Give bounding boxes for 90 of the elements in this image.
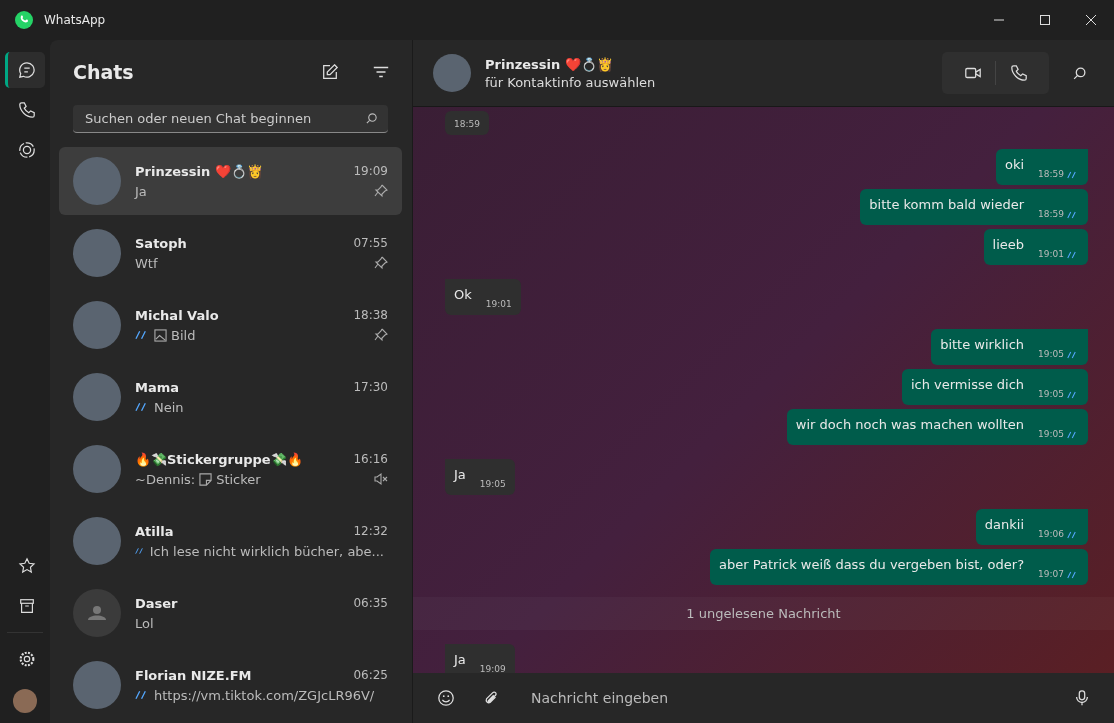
message-time: 19:01 (1038, 249, 1064, 260)
message-preview: Sticker (216, 471, 261, 487)
phone-icon (17, 101, 36, 119)
chats-nav-button[interactable] (5, 52, 45, 88)
message-text: lieeb (992, 237, 1025, 254)
message-time: 19:01 (485, 299, 512, 310)
app-logo-icon (14, 10, 34, 30)
chat-list-item[interactable]: Atilla 12:32 Ich lese nicht wirklich bücher, abe... (59, 507, 402, 575)
profile-avatar[interactable] (13, 689, 37, 713)
chat-list-item[interactable]: Daser 06:35 Lol (59, 579, 402, 647)
message-time: 19:05 (1038, 389, 1064, 400)
read-ticks-icon (1067, 390, 1079, 399)
message-time: 18:59 (1038, 209, 1064, 220)
message-preview: Nein (154, 399, 184, 415)
chat-name: Atilla (135, 523, 175, 539)
message-text: Ja (454, 652, 466, 669)
settings-icon (17, 650, 36, 668)
contact-subtitle: für Kontaktinfo auswählen (485, 74, 656, 90)
archive-icon (17, 597, 36, 615)
close-icon (1086, 15, 1096, 25)
message-text: bitte komm bald wieder (869, 197, 1025, 214)
message-preview: https://vm.tiktok.com/ZGJcLR96V/ (154, 687, 375, 703)
chat-time: 07:55 (353, 236, 388, 250)
read-ticks-icon (1067, 350, 1079, 359)
search-icon (365, 111, 378, 125)
chat-bubble-icon (17, 61, 36, 79)
message-time: 19:05 (1038, 429, 1064, 440)
message-composer[interactable]: Nachricht eingeben (413, 673, 1114, 723)
read-ticks-icon (1067, 430, 1079, 439)
chat-list-item[interactable]: Mama 17:30 Nein (59, 363, 402, 431)
message-text: aber Patrick weiß dass du vergeben bist, oder? (719, 557, 1025, 574)
sender-name: ~Dennis: (135, 471, 196, 487)
photo-placeholder (433, 54, 471, 92)
chat-time: 06:25 (353, 668, 388, 682)
message-text: oki (1004, 157, 1025, 174)
message-time: 19:07 (1038, 569, 1064, 580)
chat-list-item[interactable]: Satoph 07:55 Wtf (59, 219, 402, 287)
chat-name: Prinzessin ❤💍👸 (135, 163, 264, 179)
chat-name: 🔥💸Stickergruppe💸🔥 (135, 451, 304, 467)
star-icon (17, 557, 36, 575)
message-text: Ja (454, 467, 466, 484)
chat-list-item[interactable]: Michal Valo 18:38 Bild (59, 291, 402, 359)
message-preview: Ich lese nicht wirklich bücher, abe... (149, 543, 384, 559)
message-text: ich vermisse dich (910, 377, 1025, 394)
person-silhouette-icon (88, 606, 106, 620)
message-time: 18:59 (1038, 169, 1064, 180)
chat-name: Mama (135, 379, 181, 395)
message-text: Ok (454, 287, 472, 304)
message-preview: Ja (135, 183, 147, 199)
chat-time: 18:38 (353, 308, 388, 322)
phone-icon (1009, 64, 1028, 82)
unread-divider-label: 1 ungelesene Nachricht (686, 606, 841, 621)
smiley-icon (436, 689, 455, 707)
chat-list-item[interactable]: Prinzessin ❤💍👸 19:09 Ja (59, 147, 402, 215)
message-time: 19:09 (479, 664, 506, 673)
read-ticks-icon (1067, 170, 1079, 179)
message-text: wir doch noch was machen wollten (795, 417, 1025, 434)
message-preview: Wtf (135, 255, 158, 271)
chat-name: Satoph (135, 235, 188, 251)
chat-list-item[interactable]: 🔥💸Stickergruppe💸🔥 16:16 ~Dennis: Sticker (59, 435, 402, 503)
message-time: 19:05 (479, 479, 506, 490)
message-time: 18:59 (454, 119, 480, 130)
chat-time: 06:35 (353, 596, 388, 610)
read-ticks-icon (1067, 210, 1079, 219)
chat-name: Florian NIZE.FM (135, 667, 253, 683)
chat-list-item[interactable]: Florian NIZE.FM 06:25 https://vm.tiktok.com/ZGJcLR96V/ (59, 651, 402, 719)
chat-time: 12:32 (353, 524, 388, 538)
message-preview: Bild (171, 327, 196, 343)
message-time: 19:06 (1038, 529, 1064, 540)
read-ticks-icon (1067, 250, 1079, 259)
chat-name: Michal Valo (135, 307, 220, 323)
message-preview: Lol (135, 615, 154, 631)
chat-time: 17:30 (353, 380, 388, 394)
maximize-icon (1040, 15, 1050, 25)
search-field[interactable]: Suchen oder neuen Chat beginnen (73, 104, 388, 133)
new-chat-icon[interactable] (321, 63, 339, 82)
message-text: bitte wirklich (940, 337, 1025, 354)
chat-time: 19:09 (353, 164, 388, 178)
message-text: dankii (984, 517, 1025, 534)
read-ticks-icon (1067, 530, 1079, 539)
message-input[interactable]: Nachricht eingeben (529, 682, 1059, 714)
chat-time: 16:16 (353, 452, 388, 466)
contact-name[interactable]: Prinzessin ❤💍👸 (485, 56, 656, 72)
window-title: WhatsApp (44, 13, 106, 27)
message-time: 19:05 (1038, 349, 1064, 360)
search-icon (1072, 65, 1087, 81)
status-ring-icon (17, 141, 36, 159)
chats-title: Chats (73, 61, 134, 84)
chat-name: Daser (135, 595, 179, 611)
read-ticks-icon (1067, 570, 1079, 579)
